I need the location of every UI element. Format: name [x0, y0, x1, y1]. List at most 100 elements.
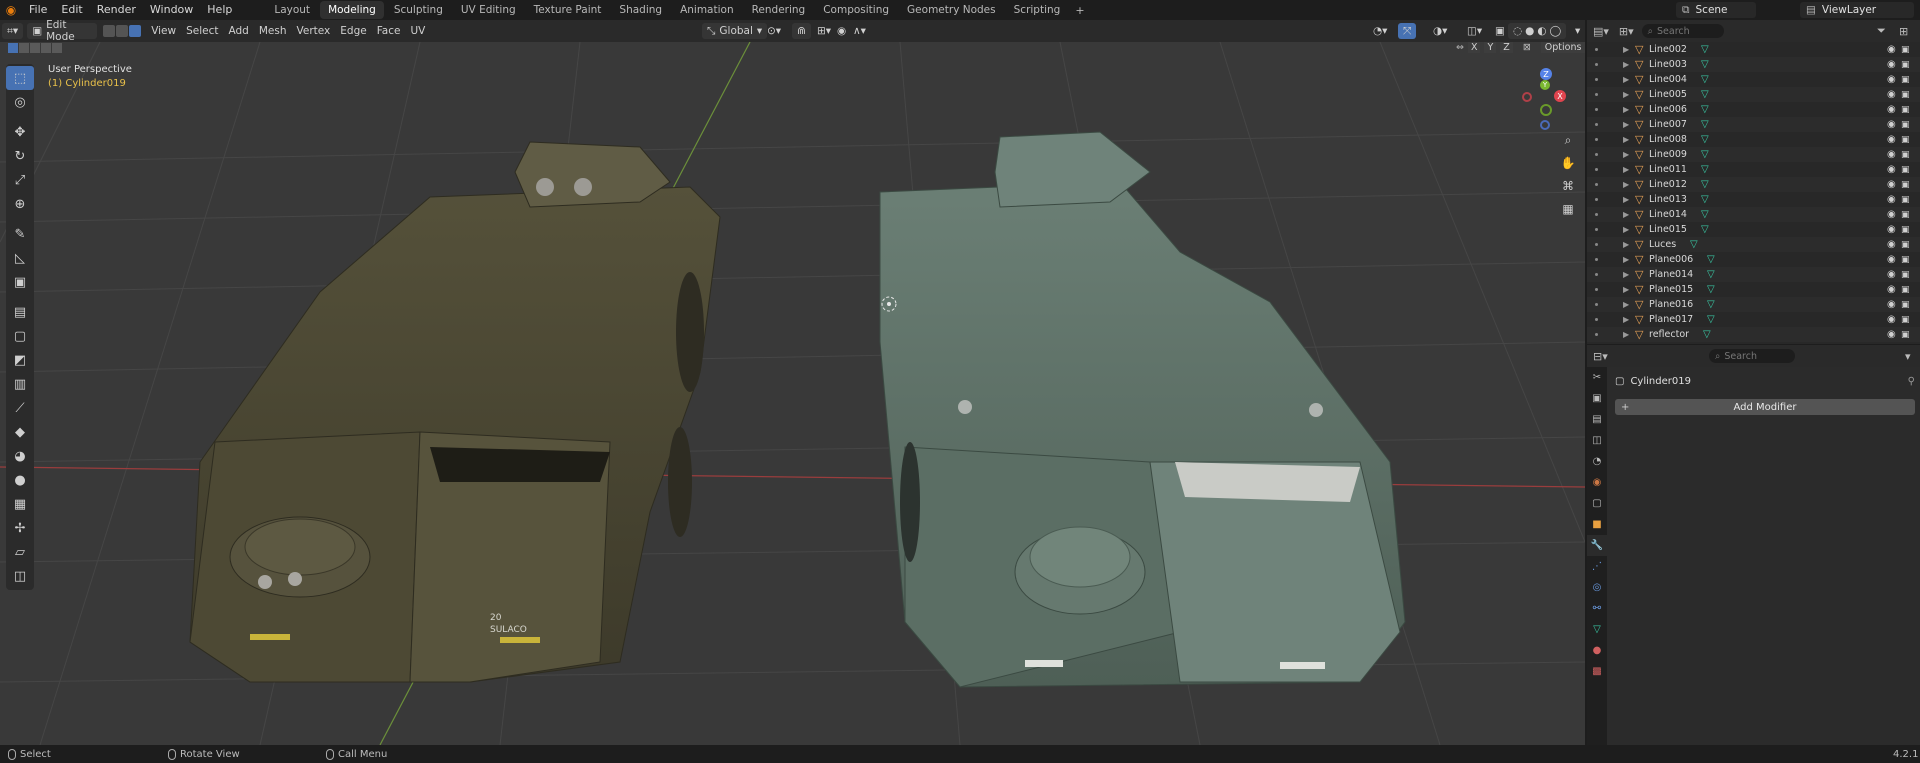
- outliner-row-label[interactable]: Line012: [1649, 179, 1687, 190]
- face-select-icon[interactable]: [129, 25, 142, 37]
- mesh-data-icon[interactable]: ▽: [1707, 314, 1715, 325]
- mesh-data-icon[interactable]: ▽: [1701, 194, 1709, 205]
- render-camera-icon[interactable]: ▣: [1901, 150, 1910, 160]
- mesh-data-icon[interactable]: ▽: [1701, 149, 1709, 160]
- menu-view[interactable]: View: [146, 23, 181, 39]
- expand-arrow-icon[interactable]: ▶: [1623, 195, 1629, 204]
- outliner-row[interactable]: ▶ ▽ Plane014 ▽ ◉ ▣: [1587, 267, 1920, 282]
- outliner-editor-icon[interactable]: ▤▾: [1593, 25, 1609, 38]
- menu-render[interactable]: Render: [90, 0, 143, 20]
- pan-hand-icon[interactable]: ✋: [1558, 153, 1578, 173]
- outliner-row-label[interactable]: Plane014: [1649, 269, 1693, 280]
- outliner-row-label[interactable]: Line005: [1649, 89, 1687, 100]
- render-camera-icon[interactable]: ▣: [1901, 120, 1910, 130]
- outliner-row[interactable]: ▶ ▽ Line006 ▽ ◉ ▣: [1587, 102, 1920, 117]
- visibility-eye-icon[interactable]: ◉: [1887, 149, 1896, 160]
- mesh-data-icon[interactable]: ▽: [1707, 254, 1715, 265]
- properties-options-icon[interactable]: ▾: [1905, 350, 1911, 363]
- outliner-row-label[interactable]: Plane006: [1649, 254, 1693, 265]
- view-layer-selector[interactable]: ▤ ViewLayer: [1800, 2, 1914, 18]
- view-layer-tab-icon[interactable]: ◫: [1587, 430, 1607, 451]
- mesh-data-icon[interactable]: ▽: [1690, 239, 1698, 250]
- output-tab-icon[interactable]: ▤: [1587, 409, 1607, 430]
- outliner-row[interactable]: ▶ ▽ Line005 ▽ ◉ ▣: [1587, 87, 1920, 102]
- visibility-eye-icon[interactable]: ◉: [1887, 44, 1896, 55]
- render-camera-icon[interactable]: ▣: [1901, 240, 1910, 250]
- visibility-eye-icon[interactable]: ◉: [1887, 104, 1896, 115]
- perspective-toggle-icon[interactable]: ▦: [1558, 199, 1578, 219]
- shading-options-icon[interactable]: ▾: [1570, 23, 1585, 39]
- visibility-icon[interactable]: ◔▾: [1368, 23, 1392, 39]
- render-camera-icon[interactable]: ▣: [1901, 330, 1910, 340]
- menu-uv[interactable]: UV: [405, 23, 430, 39]
- expand-arrow-icon[interactable]: ▶: [1623, 270, 1629, 279]
- overlay-toggle-icon[interactable]: ◑▾: [1428, 23, 1452, 39]
- tab-compositing[interactable]: Compositing: [815, 1, 897, 19]
- mirror-y-toggle[interactable]: Y: [1484, 42, 1497, 53]
- visibility-eye-icon[interactable]: ◉: [1887, 59, 1896, 70]
- visibility-eye-icon[interactable]: ◉: [1887, 299, 1896, 310]
- mirror-icon[interactable]: ⇔: [1456, 42, 1464, 53]
- outliner-row-label[interactable]: Line009: [1649, 149, 1687, 160]
- menu-help[interactable]: Help: [200, 0, 239, 20]
- mode-selector[interactable]: ▣ Edit Mode: [27, 19, 98, 43]
- edge-slide-tool-icon[interactable]: ▦: [6, 492, 34, 516]
- mesh-data-icon[interactable]: ▽: [1707, 299, 1715, 310]
- tab-animation[interactable]: Animation: [672, 1, 742, 19]
- transform-tool-icon[interactable]: ⊕: [6, 192, 34, 216]
- render-camera-icon[interactable]: ▣: [1901, 90, 1910, 100]
- scene-selector[interactable]: ⧉ Scene: [1676, 2, 1756, 18]
- pivot-point-icon[interactable]: ⊙▾: [762, 23, 786, 39]
- outliner-row-label[interactable]: Line006: [1649, 104, 1687, 115]
- outliner-row[interactable]: ▶ ▽ Line008 ▽ ◉ ▣: [1587, 132, 1920, 147]
- add-modifier-button[interactable]: + Add Modifier: [1615, 399, 1915, 415]
- shear-tool-icon[interactable]: ▱: [6, 540, 34, 564]
- tab-modeling[interactable]: Modeling: [320, 1, 384, 19]
- add-workspace-button[interactable]: +: [1069, 4, 1090, 17]
- visibility-eye-icon[interactable]: ◉: [1887, 254, 1896, 265]
- pin-icon[interactable]: ⚲: [1908, 376, 1915, 387]
- visibility-eye-icon[interactable]: ◉: [1887, 269, 1896, 280]
- mesh-data-icon[interactable]: ▽: [1707, 284, 1715, 295]
- render-camera-icon[interactable]: ▣: [1901, 75, 1910, 85]
- render-tab-icon[interactable]: ▣: [1587, 388, 1607, 409]
- render-camera-icon[interactable]: ▣: [1901, 165, 1910, 175]
- 3d-viewport[interactable]: SULACO 20 User Perspective (1) Cylinder0…: [0, 42, 1585, 745]
- object-tab-icon[interactable]: ■: [1587, 514, 1607, 535]
- new-selection-icon[interactable]: [8, 43, 18, 53]
- poly-build-tool-icon[interactable]: ◆: [6, 420, 34, 444]
- outliner-row[interactable]: ▶ ▽ Line013 ▽ ◉ ▣: [1587, 192, 1920, 207]
- mesh-data-icon[interactable]: ▽: [1701, 89, 1709, 100]
- particles-tab-icon[interactable]: ⋰: [1587, 556, 1607, 577]
- expand-arrow-icon[interactable]: ▶: [1623, 210, 1629, 219]
- render-camera-icon[interactable]: ▣: [1901, 225, 1910, 235]
- menu-add[interactable]: Add: [224, 23, 254, 39]
- tab-layout[interactable]: Layout: [266, 1, 318, 19]
- visibility-eye-icon[interactable]: ◉: [1887, 329, 1896, 340]
- snap-toggle-icon[interactable]: ⋒: [792, 23, 811, 39]
- mesh-data-icon[interactable]: ▽: [1701, 179, 1709, 190]
- scale-tool-icon[interactable]: ⤢: [6, 168, 34, 192]
- menu-file[interactable]: File: [22, 0, 54, 20]
- shrink-fatten-tool-icon[interactable]: ✢: [6, 516, 34, 540]
- outliner-row[interactable]: ▶ ▽ reflector ▽ ◉ ▣: [1587, 327, 1920, 342]
- mirror-z-toggle[interactable]: Z: [1500, 42, 1513, 53]
- material-shading-icon[interactable]: ◐: [1537, 25, 1546, 37]
- mesh-data-icon[interactable]: ▽: [1701, 104, 1709, 115]
- outliner-row-label[interactable]: Line011: [1649, 164, 1687, 175]
- expand-arrow-icon[interactable]: ▶: [1623, 240, 1629, 249]
- expand-arrow-icon[interactable]: ▶: [1623, 45, 1629, 54]
- tab-sculpting[interactable]: Sculpting: [386, 1, 451, 19]
- collection-tab-icon[interactable]: ▢: [1587, 493, 1607, 514]
- outliner-row[interactable]: ▶ ▽ Plane015 ▽ ◉ ▣: [1587, 282, 1920, 297]
- select-box-tool-icon[interactable]: ⬚: [6, 66, 34, 90]
- tab-rendering[interactable]: Rendering: [744, 1, 814, 19]
- outliner-row[interactable]: ▶ ▽ Line002 ▽ ◉ ▣: [1587, 42, 1920, 57]
- expand-arrow-icon[interactable]: ▶: [1623, 90, 1629, 99]
- properties-search-input[interactable]: ⌕ Search: [1709, 349, 1795, 363]
- extend-selection-icon[interactable]: [19, 43, 29, 53]
- expand-arrow-icon[interactable]: ▶: [1623, 105, 1629, 114]
- menu-vertex[interactable]: Vertex: [292, 23, 336, 39]
- outliner-row-label[interactable]: Line007: [1649, 119, 1687, 130]
- menu-edge[interactable]: Edge: [335, 23, 371, 39]
